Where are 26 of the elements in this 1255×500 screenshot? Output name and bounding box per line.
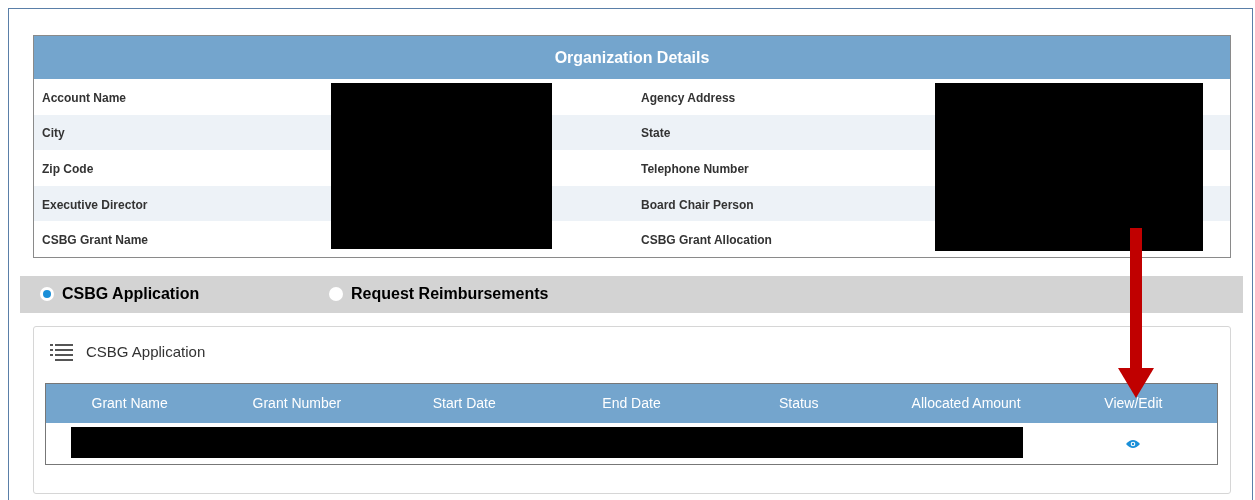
column-header: Grant Number [252,394,342,414]
column-header: View/Edit [1104,394,1163,414]
field-label: Board Chair Person [641,197,754,212]
table-title: Organization Details [34,36,1230,79]
field-label: Zip Code [42,162,94,176]
column-header: Allocated Amount [911,394,1021,414]
column-header: End Date [602,394,661,414]
radio-option[interactable]: Request Reimbursements [329,282,629,307]
field-label: CSBG Grant Name [42,233,149,248]
field-label: Executive Director [42,197,148,212]
field-label: Telephone Number [641,162,749,176]
column-header: Status [778,394,819,414]
field-label: Account Name [42,90,127,105]
radio-button[interactable] [40,287,54,302]
field-label: Agency Address [641,90,736,105]
radio-option[interactable]: CSBG Application [40,282,329,307]
radio-button[interactable] [329,287,343,302]
column-header: Grant Name [91,394,168,414]
column-header: Start Date [432,394,496,414]
list-icon [50,343,73,362]
view-button[interactable] [1126,438,1141,449]
field-label: City [42,126,65,141]
eye-icon [1126,438,1141,449]
field-label: CSBG Grant Allocation [641,233,772,248]
field-label: State [641,126,671,141]
panel-title: CSBG Application [86,341,206,362]
